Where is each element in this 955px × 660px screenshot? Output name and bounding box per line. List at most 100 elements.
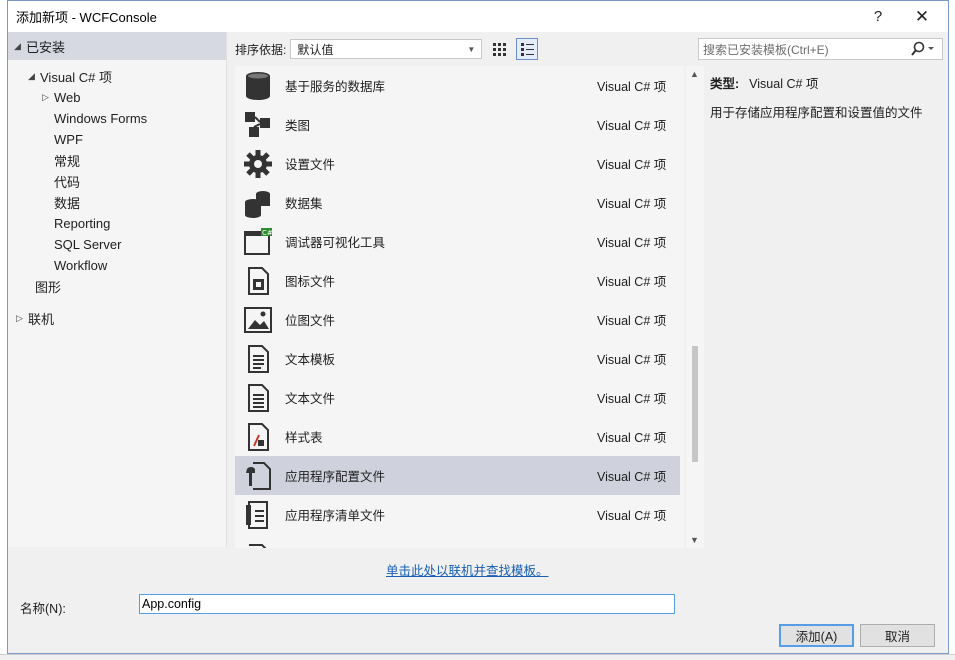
dialog-title: 添加新项 - WCFConsole [16,10,157,25]
tree-label-reporting: Reporting [54,216,111,231]
list-item[interactable]: 文本文件 Visual C# 项 [235,378,680,417]
list-item-partial[interactable] [235,534,680,548]
tree-node-online[interactable]: ▷ 联机 [8,308,226,329]
item-type: Visual C# 项 [597,509,667,523]
item-name: 应用程序清单文件 [285,509,386,523]
find-templates-online-link[interactable]: 单击此处以联机并查找模板。 [386,560,549,579]
name-field[interactable] [139,594,675,614]
scroll-up-arrow-icon[interactable]: ▲ [690,69,699,79]
template-search-box[interactable]: 搜索已安装模板(Ctrl+E) [698,38,943,60]
title-bar: 添加新项 - WCFConsole ? ✕ [8,1,948,32]
template-details-panel: 类型: Visual C# 项 用于存储应用程序配置和设置值的文件 [710,73,945,121]
medium-icons-view-button[interactable] [516,38,539,60]
tree-label-visual-csharp: Visual C# 项 [40,70,113,85]
list-item[interactable]: 数据集 Visual C# 项 [235,183,680,222]
collapsed-arrow-icon[interactable]: ▷ [42,92,54,103]
document-icon [241,537,275,548]
tree-label-online: 联机 [28,312,55,327]
expanded-arrow-icon[interactable]: ◢ [14,41,26,52]
sort-toolbar: 排序依据: 默认值 ▼ [235,38,539,60]
list-item[interactable]: 图标文件 Visual C# 项 [235,261,680,300]
item-type: Visual C# 项 [597,80,667,94]
scrollbar-thumb[interactable] [692,346,698,462]
item-type: Visual C# 项 [597,197,667,211]
list-item[interactable]: 样式表 Visual C# 项 [235,417,680,456]
tree-node-workflow[interactable]: Workflow [8,255,226,276]
tree-label-code: 代码 [54,175,81,190]
template-list-scrollbar[interactable]: ▲ ▼ [686,66,704,548]
item-name: 类图 [285,119,311,133]
list-item[interactable]: 文本模板 Visual C# 项 [235,339,680,378]
sort-dropdown-value: 默认值 [297,42,334,57]
tree-node-windows-forms[interactable]: Windows Forms [8,108,226,129]
item-name: 调试器可视化工具 [285,236,386,250]
cancel-button[interactable]: 取消 [860,624,935,647]
scroll-down-arrow-icon[interactable]: ▼ [690,535,699,545]
help-button[interactable]: ? [856,1,900,32]
tree-label-web: Web [54,90,81,105]
stylesheet-icon [241,420,275,454]
list-item[interactable]: 基于服务的数据库 Visual C# 项 [235,66,680,105]
tree-node-reporting[interactable]: Reporting [8,213,226,234]
tree-node-visual-csharp[interactable]: ◢ Visual C# 项 [8,66,226,87]
tree-node-sql-server[interactable]: SQL Server [8,234,226,255]
item-name: 位图文件 [285,314,336,328]
search-placeholder: 搜索已安装模板(Ctrl+E) [703,42,829,57]
text-template-icon [241,342,275,376]
sort-dropdown[interactable]: 默认值 ▼ [290,39,483,59]
text-file-icon [241,381,275,415]
template-description: 用于存储应用程序配置和设置值的文件 [710,106,923,120]
background-editor-strip [0,0,7,660]
list-item[interactable]: 设置文件 Visual C# 项 [235,144,680,183]
collapsed-arrow-icon[interactable]: ▷ [16,313,28,324]
tree-node-web[interactable]: ▷ Web [8,87,226,108]
tree-node-code[interactable]: 代码 [8,171,226,192]
list-item[interactable]: 类图 Visual C# 项 [235,105,680,144]
list-item[interactable]: 位图文件 Visual C# 项 [235,300,680,339]
item-type: Visual C# 项 [597,236,667,250]
visualizer-icon: C# [241,225,275,259]
item-name: 样式表 [285,431,323,445]
database-icon [241,69,275,103]
icon-file-icon [241,264,275,298]
list-item[interactable]: C# 调试器可视化工具 Visual C# 项 [235,222,680,261]
list-item[interactable]: 应用程序清单文件 Visual C# 项 [235,495,680,534]
item-name: 应用程序配置文件 [285,470,386,484]
template-category-tree: ◢ 已安装 ◢ Visual C# 项 ▷ Web Windows Forms … [8,32,227,547]
bitmap-file-icon [241,303,275,337]
dropdown-arrow-icon: ▼ [467,44,476,54]
item-name: 基于服务的数据库 [285,80,386,94]
name-label: 名称(N): [20,602,66,616]
tree-label-general: 常规 [54,154,81,169]
close-button[interactable]: ✕ [900,1,944,32]
app-config-icon [241,459,275,493]
item-name: 图标文件 [285,275,336,289]
dialog-footer: 名称(N): 添加(A) 取消 [8,588,948,653]
small-icons-view-button[interactable] [488,38,510,60]
expanded-arrow-icon[interactable]: ◢ [28,71,40,82]
item-type: Visual C# 项 [597,158,667,172]
template-list: 基于服务的数据库 Visual C# 项 类图 Visual C# 项 设置文件… [235,66,684,548]
item-name: 设置文件 [285,158,336,172]
tree-label-data: 数据 [54,196,81,211]
add-button[interactable]: 添加(A) [779,624,854,647]
tree-node-data[interactable]: 数据 [8,192,226,213]
tree-label-windows-forms: Windows Forms [54,111,148,126]
tree-node-graphics[interactable]: 图形 [8,276,226,297]
svg-text:C#: C# [262,229,273,237]
add-new-item-dialog: 添加新项 - WCFConsole ? ✕ ◢ 已安装 ◢ Visual C# … [7,0,949,654]
item-type: Visual C# 项 [597,470,667,484]
list-item-selected[interactable]: 应用程序配置文件 Visual C# 项 [235,456,680,495]
template-type-label: 类型: [710,77,740,91]
tree-label-graphics: 图形 [35,280,62,295]
tree-node-general[interactable]: 常规 [8,150,226,171]
template-type-line: 类型: Visual C# 项 [710,73,945,92]
dataset-icon [241,186,275,220]
item-type: Visual C# 项 [597,275,667,289]
search-icon[interactable] [910,41,936,57]
gear-icon [241,147,275,181]
tree-label-wpf: WPF [54,132,83,147]
tree-node-wpf[interactable]: WPF [8,129,226,150]
background-editor-bottom [0,654,955,660]
tree-node-installed[interactable]: ◢ 已安装 [8,32,226,60]
